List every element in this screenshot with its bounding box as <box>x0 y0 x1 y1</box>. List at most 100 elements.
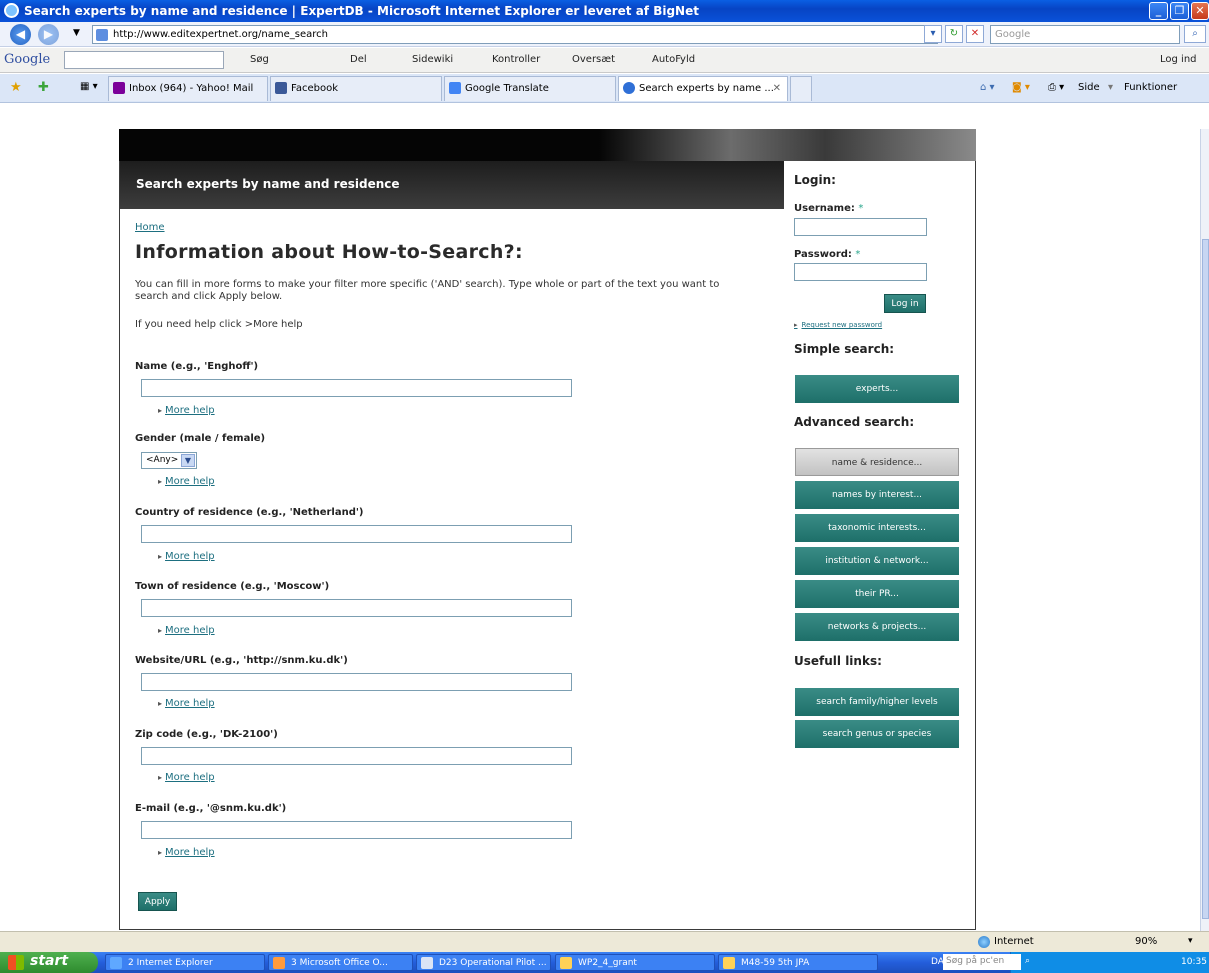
google-search-button[interactable]: Søg <box>250 54 269 65</box>
print-icon[interactable]: ⎙ ▾ <box>1048 82 1064 93</box>
username-input[interactable] <box>794 218 927 236</box>
refresh-button[interactable]: ↻ <box>945 25 963 43</box>
adv-their-pr-button[interactable]: their PR... <box>795 580 959 608</box>
website-input[interactable] <box>141 673 572 691</box>
taskbar-item-d23[interactable]: D23 Operational Pilot ... <box>416 954 551 971</box>
new-tab-button[interactable] <box>790 76 812 101</box>
google-logo: Google <box>4 52 51 67</box>
clock: 10:35 <box>1181 957 1207 967</box>
zoom-dropdown-icon[interactable]: ▾ <box>1188 936 1193 946</box>
task-label: M48-59 5th JPA <box>741 958 810 968</box>
country-more-help-link[interactable]: ▸ More help <box>158 551 215 562</box>
chevron-down-icon[interactable]: ▼ <box>181 454 195 467</box>
scrollbar-thumb[interactable] <box>1202 239 1209 919</box>
maximize-button[interactable]: ❐ <box>1170 2 1189 20</box>
start-label: start <box>30 953 69 969</box>
taskbar-item-wp2[interactable]: WP2_4_grant <box>555 954 715 971</box>
quick-tabs-icon[interactable]: ▦ ▾ <box>80 81 98 92</box>
search-family-button[interactable]: search family/higher levels <box>795 688 959 716</box>
page-menu-chevron-icon: ▾ <box>1108 82 1114 93</box>
breadcrumb-home[interactable]: Home <box>135 222 775 233</box>
close-tab-icon[interactable]: ✕ <box>773 83 781 94</box>
adv-networks-projects-button[interactable]: networks & projects... <box>795 613 959 641</box>
input-language[interactable]: DA <box>931 957 944 967</box>
sidewiki-button[interactable]: Sidewiki <box>412 54 453 65</box>
login-button[interactable]: Log in <box>884 294 926 313</box>
windows-logo-icon <box>8 955 24 970</box>
tab-google-translate[interactable]: Google Translate <box>444 76 616 101</box>
taskbar-item-m48[interactable]: M48-59 5th JPA <box>718 954 878 971</box>
search-icon[interactable]: ⌕ <box>1025 956 1030 966</box>
add-favorite-icon[interactable]: ✚ <box>38 80 49 95</box>
task-label: D23 Operational Pilot ... <box>439 958 547 968</box>
url-dropdown-icon[interactable]: ▾ <box>924 25 942 43</box>
search-input[interactable]: Google <box>990 25 1180 44</box>
window-title: Search experts by name and residence | E… <box>24 4 699 18</box>
search-icon[interactable]: ⌕ <box>1184 25 1206 43</box>
zip-more-help-link[interactable]: ▸ More help <box>158 772 215 783</box>
google-toolbar-search-input[interactable] <box>64 51 224 69</box>
email-input[interactable] <box>141 821 572 839</box>
google-login-button[interactable]: Log ind <box>1160 54 1197 65</box>
name-more-help-link[interactable]: ▸ More help <box>158 405 215 416</box>
start-button[interactable]: start <box>0 952 98 973</box>
gender-select[interactable]: <Any> ▼ <box>141 452 197 469</box>
email-label: E-mail (e.g., '@snm.ku.dk') <box>135 803 287 814</box>
forward-button[interactable]: ▶ <box>38 24 59 45</box>
adv-name-residence-button[interactable]: name & residence... <box>795 448 959 476</box>
feeds-icon[interactable]: ◙ ▾ <box>1012 82 1030 93</box>
vertical-scrollbar[interactable] <box>1200 129 1209 931</box>
task-label: WP2_4_grant <box>578 958 637 968</box>
website-more-help-link[interactable]: ▸ More help <box>158 698 215 709</box>
back-button[interactable]: ◀ <box>10 24 31 45</box>
adv-names-by-interest-button[interactable]: names by interest... <box>795 481 959 509</box>
share-button[interactable]: Del <box>350 54 367 65</box>
task-label: 2 Internet Explorer <box>128 958 213 968</box>
simple-search-experts-button[interactable]: experts... <box>795 375 959 403</box>
history-dropdown-icon[interactable]: ▼ <box>73 28 80 38</box>
zoom-level[interactable]: 90% <box>1135 936 1157 947</box>
tab-bar: ★ ✚ ▦ ▾ Inbox (964) - Yahoo! Mail Facebo… <box>0 74 1209 103</box>
name-input[interactable] <box>141 379 572 397</box>
login-heading: Login: <box>794 173 836 187</box>
tab-yahoo-mail[interactable]: Inbox (964) - Yahoo! Mail <box>108 76 268 101</box>
favorites-star-icon[interactable]: ★ <box>10 80 22 95</box>
password-input[interactable] <box>794 263 927 281</box>
zip-input[interactable] <box>141 747 572 765</box>
taskbar-item-office[interactable]: 3 Microsoft Office O... <box>268 954 413 971</box>
help-text: If you need help click >More help <box>135 319 303 330</box>
site-banner <box>119 129 976 161</box>
country-input[interactable] <box>141 525 572 543</box>
spellcheck-button[interactable]: Kontroller <box>492 54 540 65</box>
adv-taxonomic-interests-button[interactable]: taxonomic interests... <box>795 514 959 542</box>
desktop-search-input[interactable]: Søg på pc'en <box>943 954 1021 970</box>
folder-icon <box>560 957 572 969</box>
tools-menu[interactable]: Funktioner <box>1124 82 1177 93</box>
minimize-button[interactable]: _ <box>1149 2 1168 20</box>
security-zone: Internet <box>994 936 1034 947</box>
adv-institution-network-button[interactable]: institution & network... <box>795 547 959 575</box>
zip-label: Zip code (e.g., 'DK-2100') <box>135 729 278 740</box>
stop-button[interactable]: ✕ <box>966 25 984 43</box>
town-more-help-link[interactable]: ▸ More help <box>158 625 215 636</box>
home-icon[interactable]: ⌂ ▾ <box>980 82 995 93</box>
close-button[interactable]: ✕ <box>1191 2 1209 20</box>
yahoo-icon <box>113 82 125 94</box>
gender-select-value: <Any> <box>146 455 179 465</box>
search-genus-species-button[interactable]: search genus or species <box>795 720 959 748</box>
tab-facebook[interactable]: Facebook <box>270 76 442 101</box>
url-field[interactable]: http://www.editexpertnet.org/name_search <box>92 25 938 44</box>
town-input[interactable] <box>141 599 572 617</box>
tab-search-experts[interactable]: Search experts by name ... ✕ <box>618 76 788 101</box>
apply-button[interactable]: Apply <box>138 892 177 911</box>
tab-label: Inbox (964) - Yahoo! Mail <box>129 83 254 94</box>
email-more-help-link[interactable]: ▸ More help <box>158 847 215 858</box>
gender-more-help-link[interactable]: ▸ More help <box>158 476 215 487</box>
intro-text: You can fill in more forms to make your … <box>135 279 720 302</box>
taskbar-item-ie[interactable]: 2 Internet Explorer <box>105 954 265 971</box>
autofill-button[interactable]: AutoFyld <box>652 54 695 65</box>
username-label: Username: * <box>794 203 863 214</box>
page-menu[interactable]: Side <box>1078 82 1100 93</box>
request-password-link[interactable]: ▸ Request new password <box>794 321 882 329</box>
translate-button[interactable]: Oversæt <box>572 54 615 65</box>
